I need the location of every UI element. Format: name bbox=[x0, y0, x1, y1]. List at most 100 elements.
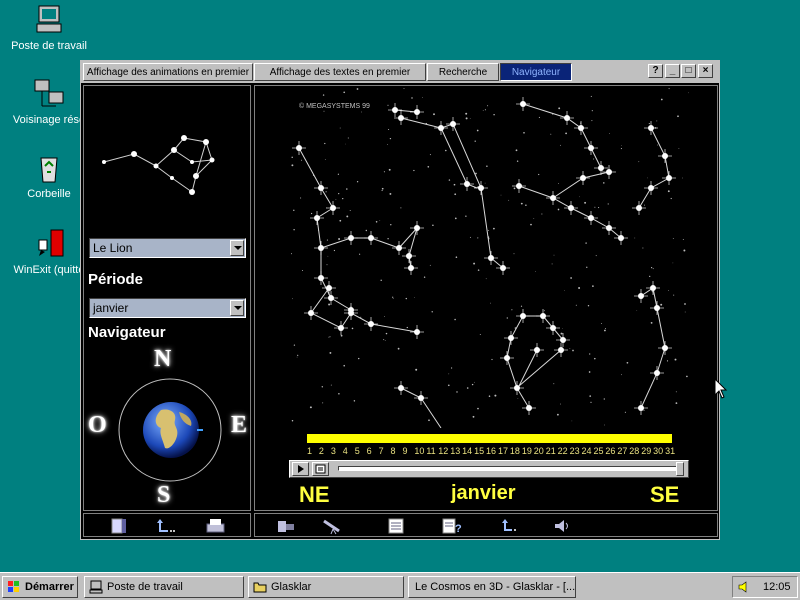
star bbox=[576, 171, 590, 185]
help-document-icon[interactable]: ? bbox=[441, 517, 463, 535]
timeline-number[interactable]: 13 bbox=[450, 446, 460, 456]
compass-north[interactable]: N bbox=[154, 346, 171, 373]
timeline-number[interactable]: 26 bbox=[605, 446, 615, 456]
timeline-number[interactable]: 16 bbox=[486, 446, 496, 456]
telescope-icon[interactable] bbox=[321, 517, 343, 535]
back-arrow-icon[interactable] bbox=[154, 517, 176, 535]
tab-search[interactable]: Recherche bbox=[427, 63, 499, 81]
navigator-heading: Navigateur bbox=[88, 324, 166, 341]
timeline-number[interactable]: 24 bbox=[582, 446, 592, 456]
timeline-number[interactable]: 28 bbox=[629, 446, 639, 456]
timeline-number[interactable]: 19 bbox=[522, 446, 532, 456]
maximize-button[interactable]: □ bbox=[681, 64, 696, 78]
clock[interactable]: 12:05 bbox=[763, 577, 791, 597]
star bbox=[602, 221, 616, 235]
taskbar: Démarrer Poste de travail Glasklar Le Co… bbox=[0, 572, 800, 600]
tab-texts-first[interactable]: Affichage des textes en premier bbox=[254, 63, 426, 81]
text-document-icon[interactable] bbox=[385, 517, 407, 535]
help-button[interactable]: ? bbox=[648, 64, 663, 78]
timeline-slider-track[interactable] bbox=[338, 466, 678, 471]
star bbox=[414, 391, 428, 405]
left-toolbar bbox=[83, 513, 251, 537]
star bbox=[394, 381, 408, 395]
play-icon bbox=[298, 465, 304, 473]
star bbox=[658, 341, 672, 355]
notes-button[interactable] bbox=[312, 462, 329, 476]
timeline-number[interactable]: 30 bbox=[653, 446, 663, 456]
chevron-down-icon[interactable] bbox=[230, 240, 244, 256]
timeline-number[interactable]: 22 bbox=[558, 446, 568, 456]
timeline-number[interactable]: 6 bbox=[367, 446, 372, 456]
timeline-number[interactable]: 12 bbox=[438, 446, 448, 456]
timeline-number[interactable]: 25 bbox=[593, 446, 603, 456]
star bbox=[516, 97, 530, 111]
star bbox=[434, 121, 448, 135]
recycle-bin-icon bbox=[33, 152, 65, 184]
star bbox=[474, 181, 488, 195]
timeline-number[interactable]: 29 bbox=[641, 446, 651, 456]
start-label: Démarrer bbox=[25, 581, 74, 593]
star bbox=[658, 149, 672, 163]
timeline-number[interactable]: 27 bbox=[617, 446, 627, 456]
star bbox=[632, 201, 646, 215]
play-button[interactable] bbox=[292, 462, 309, 476]
timeline-number[interactable]: 15 bbox=[474, 446, 484, 456]
period-select[interactable]: janvier bbox=[89, 298, 246, 318]
star bbox=[556, 333, 570, 347]
taskbar-button-my-computer[interactable]: Poste de travail bbox=[84, 576, 244, 598]
chevron-down-icon[interactable] bbox=[230, 300, 244, 316]
back-pointer-icon[interactable] bbox=[499, 517, 521, 535]
tab-animations-first[interactable]: Affichage des animations en premier bbox=[83, 63, 253, 81]
compass-west[interactable]: O bbox=[88, 412, 107, 439]
compass-east[interactable]: E bbox=[231, 412, 247, 439]
constellation-select-value: Le Lion bbox=[93, 241, 133, 255]
star bbox=[402, 249, 416, 263]
timeline-slider-thumb[interactable] bbox=[676, 462, 684, 476]
timeline-number[interactable]: 21 bbox=[546, 446, 556, 456]
timeline-number[interactable]: 8 bbox=[391, 446, 396, 456]
notes-icon bbox=[315, 464, 326, 474]
star bbox=[364, 231, 378, 245]
timeline-number[interactable]: 7 bbox=[379, 446, 384, 456]
timeline-number[interactable]: 9 bbox=[402, 446, 407, 456]
star bbox=[646, 281, 660, 295]
timeline-number[interactable]: 23 bbox=[570, 446, 580, 456]
star bbox=[614, 231, 628, 245]
star bbox=[634, 401, 648, 415]
constellation-select[interactable]: Le Lion bbox=[89, 238, 246, 258]
projector-icon[interactable] bbox=[275, 517, 297, 535]
timeline-number[interactable]: 14 bbox=[462, 446, 472, 456]
close-button[interactable]: × bbox=[698, 64, 713, 78]
star bbox=[662, 171, 676, 185]
timeline-number[interactable]: 31 bbox=[665, 446, 675, 456]
timeline-number[interactable]: 10 bbox=[414, 446, 424, 456]
star bbox=[292, 141, 306, 155]
timeline-number[interactable]: 2 bbox=[319, 446, 324, 456]
taskbar-button-cosmos[interactable]: Le Cosmos en 3D - Glasklar - [... bbox=[408, 576, 576, 598]
start-button[interactable]: Démarrer bbox=[2, 576, 78, 598]
taskbar-button-glasklar[interactable]: Glasklar bbox=[248, 576, 404, 598]
printer-icon[interactable] bbox=[204, 517, 226, 535]
timeline-number[interactable]: 1 bbox=[307, 446, 312, 456]
minimize-button[interactable]: _ bbox=[665, 64, 680, 78]
timeline-number[interactable]: 4 bbox=[343, 446, 348, 456]
tab-navigator[interactable]: Navigateur bbox=[500, 63, 572, 81]
star bbox=[554, 343, 568, 357]
timeline-number[interactable]: 20 bbox=[534, 446, 544, 456]
speaker-icon[interactable] bbox=[551, 517, 573, 535]
exit-door-icon[interactable] bbox=[108, 517, 130, 535]
timeline-number[interactable]: 18 bbox=[510, 446, 520, 456]
timeline-bar[interactable] bbox=[307, 434, 672, 443]
compass-south[interactable]: S bbox=[157, 482, 170, 509]
star-map[interactable]: © MEGASYSTEMS 99 bbox=[291, 88, 689, 428]
timeline-number[interactable]: 11 bbox=[426, 446, 435, 456]
timeline-number[interactable]: 3 bbox=[331, 446, 336, 456]
earth-globe-icon[interactable] bbox=[139, 398, 203, 462]
star bbox=[460, 177, 474, 191]
timeline-number[interactable]: 5 bbox=[355, 446, 360, 456]
star bbox=[404, 261, 418, 275]
desktop-icon-my-computer[interactable]: Poste de travail bbox=[4, 4, 94, 52]
exit-icon bbox=[33, 228, 65, 260]
volume-icon[interactable] bbox=[737, 580, 751, 594]
timeline-number[interactable]: 17 bbox=[498, 446, 508, 456]
